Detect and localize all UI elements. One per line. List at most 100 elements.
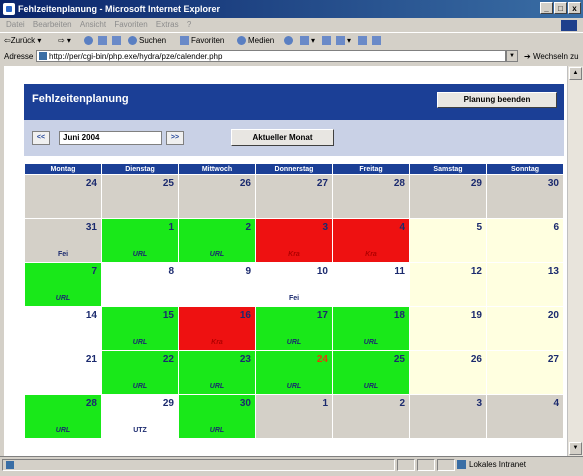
history-icon[interactable] — [284, 33, 295, 49]
stop-icon[interactable] — [84, 33, 95, 49]
calendar-day-cell[interactable]: 25 URL — [333, 351, 409, 394]
calendar-week-row: 7 URL 8 9 10 Fei 11 12 13 — [25, 263, 563, 306]
calendar-day-cell[interactable]: 28 — [333, 175, 409, 218]
calendar-day-cell[interactable]: 28 URL — [25, 395, 101, 438]
day-number: 28 — [393, 178, 405, 189]
calendar-day-cell[interactable]: 8 — [102, 263, 178, 306]
calendar-day-cell[interactable]: 29 UTZ — [102, 395, 178, 438]
day-number: 18 — [393, 310, 405, 321]
calendar-day-cell[interactable]: 20 — [487, 307, 563, 350]
calendar-day-cell[interactable]: 6 — [487, 219, 563, 262]
discuss-icon[interactable] — [358, 33, 369, 49]
calendar-day-cell[interactable]: 3 — [410, 395, 486, 438]
calendar-day-cell[interactable]: 27 — [256, 175, 332, 218]
end-planning-button[interactable]: Planung beenden — [437, 92, 557, 108]
calendar-day-cell[interactable]: 11 — [333, 263, 409, 306]
calendar-day-cell[interactable]: 9 — [179, 263, 255, 306]
page-title: Fehlzeitenplanung — [32, 93, 129, 105]
home-icon[interactable] — [112, 33, 123, 49]
calendar-day-cell[interactable]: 5 — [410, 219, 486, 262]
address-label: Adresse — [4, 52, 34, 61]
calendar-day-cell[interactable]: 26 — [179, 175, 255, 218]
day-number: 20 — [547, 310, 559, 321]
calendar-day-cell[interactable]: 25 — [102, 175, 178, 218]
calendar-day-cell[interactable]: 21 — [25, 351, 101, 394]
calendar-day-cell[interactable]: 27 — [487, 351, 563, 394]
calendar-day-cell[interactable]: 24 URL — [256, 351, 332, 394]
maximize-button[interactable]: □ — [554, 2, 567, 14]
calendar-day-cell[interactable]: 1 — [256, 395, 332, 438]
close-button[interactable]: x — [568, 2, 581, 14]
minimize-button[interactable]: _ — [540, 2, 553, 14]
browser-toolbar: ⇦Zurück ▾ ⇨ ▾ Suchen Favoriten Medien ▾ … — [0, 32, 583, 50]
favorites-button[interactable]: Favoriten — [180, 33, 224, 49]
messenger-icon[interactable] — [372, 33, 383, 49]
current-month-button[interactable]: Aktueller Monat — [231, 129, 334, 146]
mail-icon[interactable]: ▾ — [300, 33, 315, 49]
calendar-day-cell[interactable]: 19 — [410, 307, 486, 350]
absence-code: URL — [209, 251, 225, 258]
menu-ansicht[interactable]: Ansicht — [80, 20, 106, 29]
calendar-day-cell[interactable]: 4 Kra — [333, 219, 409, 262]
calendar-day-cell[interactable]: 2 — [333, 395, 409, 438]
absence-code: Kra — [211, 339, 223, 346]
refresh-icon[interactable] — [98, 33, 109, 49]
calendar-day-cell[interactable]: 4 — [487, 395, 563, 438]
month-input[interactable]: Juni 2004 — [59, 131, 162, 145]
calendar-day-cell[interactable]: 1 URL — [102, 219, 178, 262]
scroll-down-icon[interactable]: ▼ — [569, 442, 582, 455]
menu-bearbeiten[interactable]: Bearbeiten — [33, 20, 72, 29]
menu-help[interactable]: ? — [187, 20, 191, 29]
scroll-up-icon[interactable]: ▲ — [569, 67, 582, 80]
menu-favoriten[interactable]: Favoriten — [114, 20, 147, 29]
calendar-day-cell[interactable]: 10 Fei — [256, 263, 332, 306]
calendar-day-cell[interactable]: 17 URL — [256, 307, 332, 350]
calendar-grid: Montag Dienstag Mittwoch Donnerstag Frei… — [24, 163, 564, 439]
day-number: 26 — [470, 354, 482, 365]
weekday-header: Samstag — [410, 164, 486, 174]
prev-month-button[interactable]: << — [32, 131, 50, 145]
calendar-day-cell[interactable]: 23 URL — [179, 351, 255, 394]
forward-button[interactable]: ⇨ ▾ — [58, 33, 71, 49]
day-number: 27 — [316, 178, 328, 189]
day-number: 31 — [85, 222, 97, 233]
address-dropdown-icon[interactable]: ▼ — [506, 50, 518, 62]
calendar-day-cell[interactable]: 12 — [410, 263, 486, 306]
search-button[interactable]: Suchen — [128, 33, 166, 49]
day-number: 28 — [85, 398, 97, 409]
menu-extras[interactable]: Extras — [156, 20, 179, 29]
calendar-day-cell[interactable]: 15 URL — [102, 307, 178, 350]
calendar-day-cell[interactable]: 2 URL — [179, 219, 255, 262]
menu-datei[interactable]: Datei — [6, 20, 25, 29]
window-title: Fehlzeitenplanung - Microsoft Internet E… — [18, 4, 221, 14]
calendar-day-cell[interactable]: 7 URL — [25, 263, 101, 306]
calendar-day-cell[interactable]: 30 — [487, 175, 563, 218]
edit-icon[interactable]: ▾ — [336, 33, 351, 49]
page-viewport: Fehlzeitenplanung Planung beenden << Jun… — [4, 66, 567, 456]
calendar-day-cell[interactable]: 16 Kra — [179, 307, 255, 350]
address-input[interactable]: http://per/cgi-bin/php.exe/hydra/pze/cal… — [36, 50, 506, 62]
print-icon[interactable] — [322, 33, 333, 49]
media-button[interactable]: Medien — [237, 33, 274, 49]
calendar-day-cell[interactable]: 31 Fei — [25, 219, 101, 262]
next-month-button[interactable]: >> — [166, 131, 184, 145]
calendar-day-cell[interactable]: 13 — [487, 263, 563, 306]
vertical-scrollbar[interactable]: ▲ ▼ — [567, 66, 583, 456]
back-button[interactable]: ⇦Zurück ▾ — [4, 33, 41, 49]
calendar-day-cell[interactable]: 18 URL — [333, 307, 409, 350]
calendar-day-cell[interactable]: 26 — [410, 351, 486, 394]
day-number: 13 — [547, 266, 559, 277]
calendar-day-cell[interactable]: 30 URL — [179, 395, 255, 438]
calendar-day-cell[interactable]: 22 URL — [102, 351, 178, 394]
day-number: 4 — [553, 398, 559, 409]
go-button[interactable]: ➔ Wechseln zu — [524, 49, 579, 64]
back-arrow-icon: ⇦ — [4, 36, 11, 45]
calendar-day-cell[interactable]: 3 Kra — [256, 219, 332, 262]
calendar-day-cell[interactable]: 24 — [25, 175, 101, 218]
calendar-day-cell[interactable]: 29 — [410, 175, 486, 218]
status-bar: Lokales Intranet — [0, 456, 583, 473]
calendar-day-cell[interactable]: 14 — [25, 307, 101, 350]
weekday-header: Montag — [25, 164, 101, 174]
day-number: 17 — [316, 310, 328, 321]
window-titlebar[interactable]: Fehlzeitenplanung - Microsoft Internet E… — [0, 0, 583, 18]
